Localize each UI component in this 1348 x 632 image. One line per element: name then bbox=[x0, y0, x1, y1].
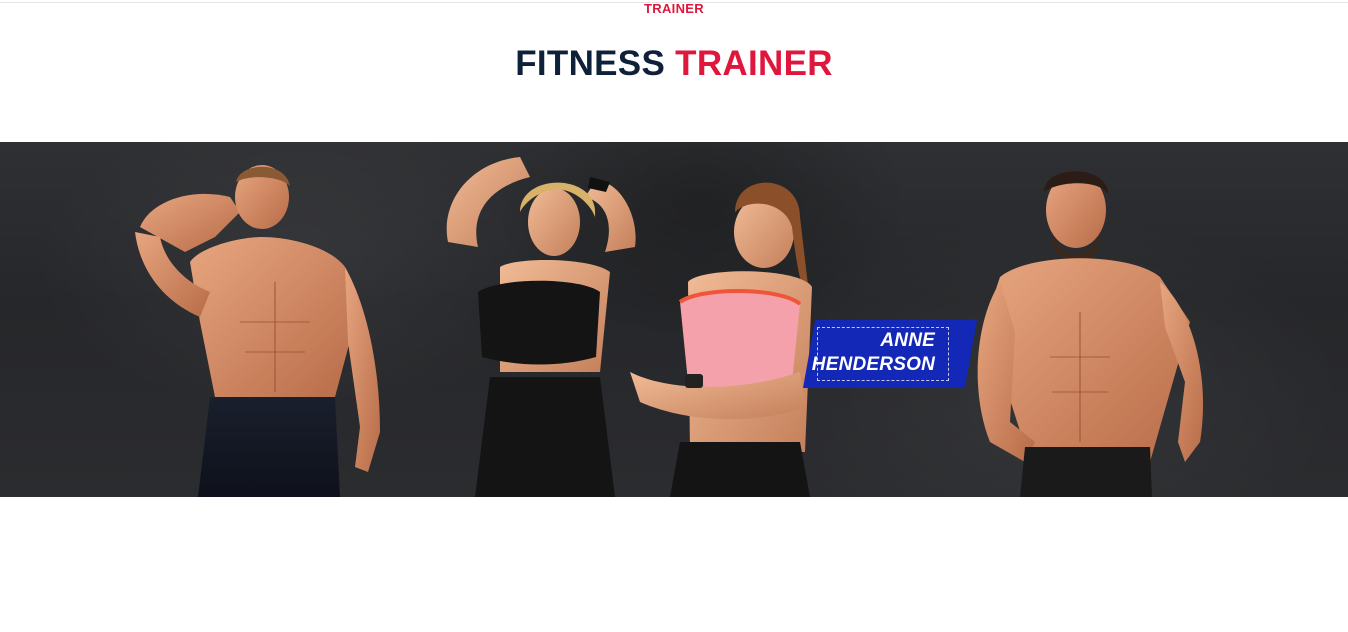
heading-accent-part: TRAINER bbox=[675, 44, 833, 83]
trainer-first-name: ANNE bbox=[880, 330, 935, 351]
trainer-photos bbox=[135, 157, 1204, 497]
trainer-name-tag[interactable]: ANNE HENDERSON bbox=[803, 320, 977, 388]
section-heading: FITNESS TRAINER bbox=[0, 42, 1348, 86]
trainer-2-photo[interactable] bbox=[446, 157, 636, 497]
trainer-last-name: HENDERSON bbox=[811, 354, 935, 375]
trainer-3-photo[interactable] bbox=[630, 182, 812, 497]
section-subtitle: TRAINER bbox=[644, 1, 704, 16]
trainer-banner bbox=[0, 142, 1348, 497]
heading-dark-part: FITNESS bbox=[515, 44, 666, 83]
trainer-1-photo[interactable] bbox=[135, 165, 380, 497]
trainer-4-photo[interactable] bbox=[977, 171, 1204, 497]
